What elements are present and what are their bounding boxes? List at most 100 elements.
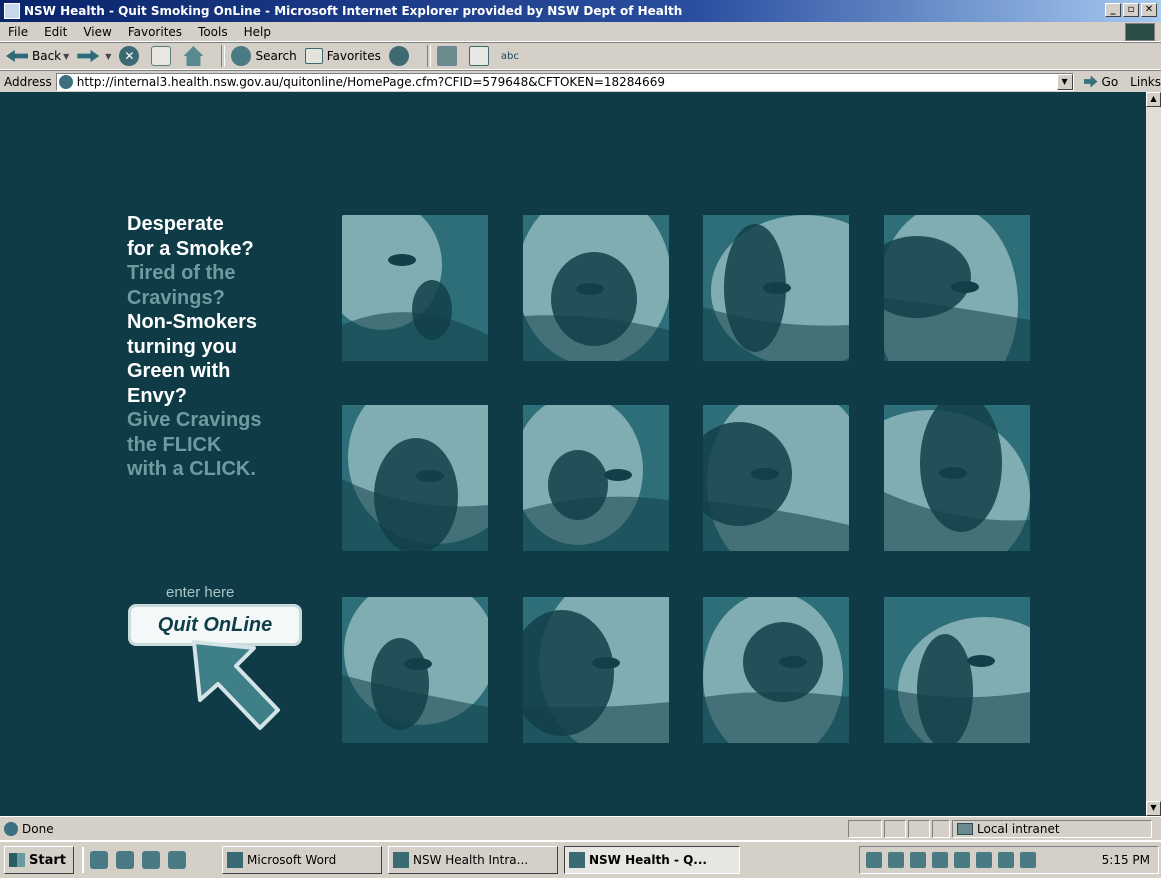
print-button[interactable] (436, 46, 461, 66)
scroll-up-button[interactable]: ▲ (1146, 92, 1161, 107)
search-icon (231, 46, 252, 66)
headline-line: Desperate (127, 213, 224, 235)
windows-logo-icon (1125, 23, 1155, 41)
menu-view[interactable]: View (75, 25, 119, 39)
task-label: Microsoft Word (247, 853, 337, 867)
status-cell (932, 820, 950, 838)
home-button[interactable] (183, 46, 207, 66)
woman-profile-photo (884, 405, 1030, 551)
woman-hand-photo (884, 215, 1030, 361)
stop-button[interactable]: ✕ (119, 46, 143, 66)
status-text: Done (22, 821, 54, 836)
scroll-down-button[interactable]: ▼ (1146, 801, 1161, 816)
headline-line: turning you (127, 335, 237, 358)
headline-line: Green with (127, 360, 231, 382)
minimize-button[interactable]: _ (1105, 3, 1121, 17)
system-tray: 5:15 PM (859, 846, 1159, 874)
search-icon[interactable] (168, 851, 186, 869)
tray-icon[interactable] (888, 852, 904, 868)
headline-line: the FLICK (127, 433, 222, 456)
woman-eye-closeup-photo (523, 597, 669, 743)
address-bar: Address http://internal3.health.nsw.gov.… (0, 70, 1161, 92)
task-nsw-health-intranet[interactable]: NSW Health Intra... (388, 846, 558, 874)
man-hands-face-photo (703, 405, 849, 551)
tray-icon[interactable] (954, 852, 970, 868)
menu-file[interactable]: File (0, 25, 36, 39)
refresh-button[interactable] (151, 46, 175, 66)
person-hands-photo (884, 597, 1030, 743)
man-fingers-mouth-photo (523, 405, 669, 551)
tray-icon[interactable] (866, 852, 882, 868)
volume-icon[interactable] (932, 852, 948, 868)
headline-line: Give Cravings (127, 409, 262, 431)
search-label: Search (255, 49, 297, 63)
home-icon (183, 46, 204, 66)
menu-favorites[interactable]: Favorites (120, 25, 190, 39)
status-cell (908, 820, 930, 838)
address-label: Address (4, 74, 52, 89)
window-title: NSW Health - Quit Smoking OnLine - Micro… (24, 4, 683, 18)
forward-button[interactable]: ▼ (77, 50, 111, 62)
links-button[interactable]: Links (1130, 75, 1161, 89)
tray-icon[interactable] (976, 852, 992, 868)
standard-toolbar: Back ▼ ▼ ✕ Search Favorites abc (0, 42, 1161, 70)
ie-icon[interactable] (116, 851, 134, 869)
tray-icon[interactable] (998, 852, 1014, 868)
toolbar-separator (426, 45, 431, 67)
close-button[interactable]: ✕ (1141, 3, 1157, 17)
window-title-bar: NSW Health - Quit Smoking OnLine - Micro… (0, 0, 1161, 22)
tray-icon[interactable] (1020, 852, 1036, 868)
back-button[interactable]: Back ▼ (6, 49, 69, 63)
word-icon[interactable] (142, 851, 160, 869)
tray-icon[interactable] (910, 852, 926, 868)
task-label: NSW Health Intra... (413, 853, 529, 867)
spellcheck-icon: abc (500, 50, 519, 62)
status-cell (848, 820, 882, 838)
vertical-scrollbar[interactable]: ▲ ▼ (1146, 92, 1161, 816)
word-icon (227, 852, 243, 868)
ie-icon (569, 852, 585, 868)
headline-line: Cravings? (127, 286, 225, 309)
windows-flag-icon (9, 853, 25, 867)
back-arrow-icon (6, 50, 28, 62)
zone-label: Local intranet (977, 822, 1060, 836)
status-cell (884, 820, 906, 838)
headline-line: Tired of the (127, 262, 236, 284)
start-label: Start (29, 852, 66, 868)
task-microsoft-word[interactable]: Microsoft Word (222, 846, 382, 874)
menu-tools[interactable]: Tools (190, 25, 236, 39)
show-desktop-icon[interactable] (90, 851, 108, 869)
go-button[interactable]: Go (1083, 75, 1118, 89)
chevron-down-icon[interactable]: ▼ (105, 52, 111, 61)
back-label: Back (32, 49, 62, 63)
task-nsw-health-quit[interactable]: NSW Health - Q... (564, 846, 740, 874)
refresh-icon (151, 46, 172, 66)
task-label: NSW Health - Q... (589, 853, 707, 867)
girl-covering-face-photo (342, 405, 488, 551)
favorites-icon (304, 48, 323, 64)
favorites-button[interactable]: Favorites (304, 48, 381, 64)
menu-help[interactable]: Help (236, 25, 279, 39)
address-dropdown-button[interactable]: ▼ (1056, 73, 1073, 90)
arrow-icon[interactable] (190, 638, 282, 734)
maximize-button[interactable]: ▫ (1123, 3, 1139, 17)
taskbar: Start Microsoft Word NSW Health Intra...… (0, 840, 1161, 878)
address-input[interactable]: http://internal3.health.nsw.gov.au/quito… (55, 72, 1074, 91)
media-button[interactable] (388, 46, 413, 66)
menu-edit[interactable]: Edit (36, 25, 75, 39)
man-stubble-photo (523, 215, 669, 361)
forward-arrow-icon (77, 50, 100, 62)
chevron-down-icon[interactable]: ▼ (63, 52, 69, 61)
page-icon (58, 74, 73, 89)
status-bar: Done Local intranet (0, 816, 1161, 840)
search-button[interactable]: Search (231, 46, 297, 66)
intranet-icon (957, 823, 973, 835)
address-url[interactable]: http://internal3.health.nsw.gov.au/quito… (77, 75, 665, 89)
toolbar-separator (221, 45, 226, 67)
man-eyes-photo (703, 215, 849, 361)
edit-button[interactable] (468, 46, 493, 66)
start-button[interactable]: Start (4, 846, 74, 874)
page-content: Desperate for a Smoke? Tired of the Craving… (0, 92, 1146, 816)
spellcheck-button[interactable]: abc (501, 51, 519, 62)
woman-eye-photo (342, 215, 488, 361)
